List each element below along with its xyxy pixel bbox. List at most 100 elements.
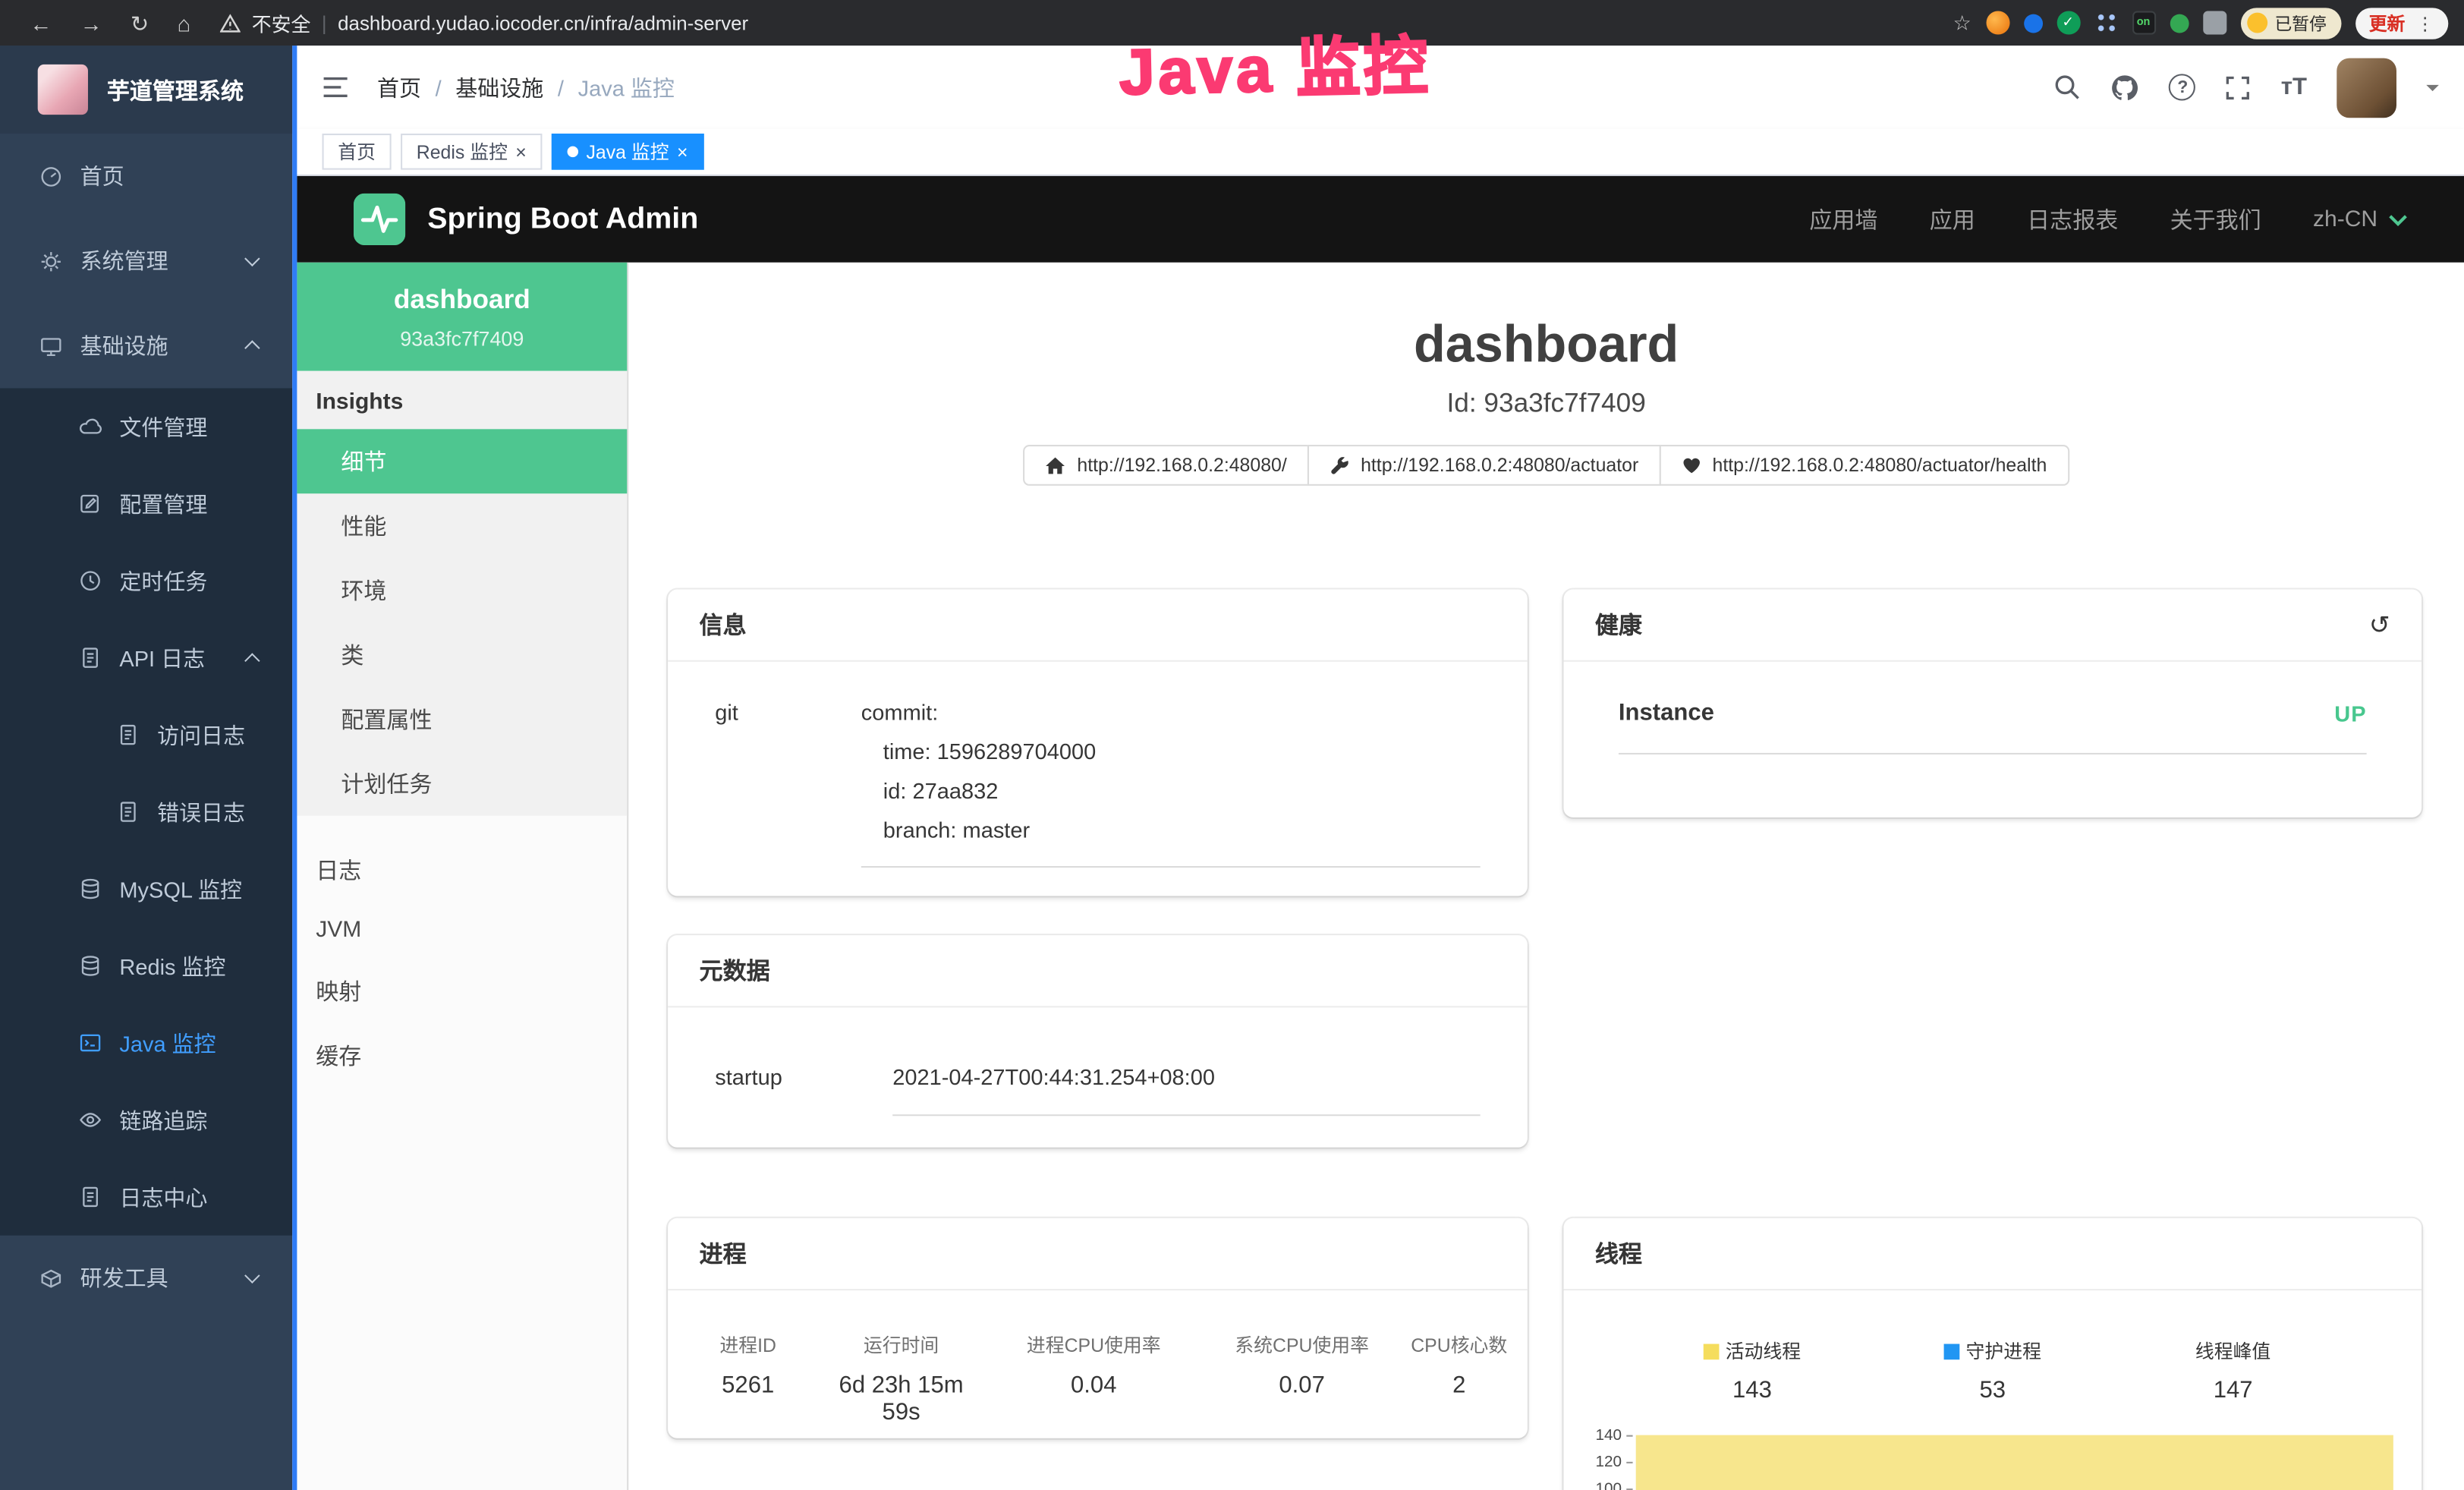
tab-home[interactable]: 首页 bbox=[323, 134, 392, 170]
instance-nav-logs[interactable]: 日志 bbox=[297, 838, 627, 903]
forward-icon[interactable]: → bbox=[80, 12, 102, 34]
instance-nav-scheduled-tasks[interactable]: 计划任务 bbox=[297, 751, 627, 816]
instance-nav-details[interactable]: 细节 bbox=[297, 429, 627, 493]
locale-select[interactable]: zh-CN bbox=[2313, 206, 2407, 232]
address-bar[interactable]: 不安全 | dashboard.yudao.iocoder.cn/infra/a… bbox=[220, 8, 748, 37]
actuator-url-link[interactable]: http://192.168.0.2:48080/actuator bbox=[1308, 445, 1661, 486]
fullscreen-icon[interactable] bbox=[2226, 74, 2251, 99]
hamburger-icon[interactable] bbox=[323, 75, 349, 99]
process-card-header: 进程 bbox=[668, 1218, 1528, 1290]
sidebar-item-label: 链路追踪 bbox=[119, 1104, 207, 1136]
browser-menu-icon[interactable]: ⋮ bbox=[2416, 12, 2434, 34]
close-icon[interactable]: × bbox=[515, 142, 527, 161]
gear-icon bbox=[39, 249, 63, 272]
card-title: 元数据 bbox=[700, 954, 770, 987]
instance-header[interactable]: dashboard 93a3fc7f7409 bbox=[297, 263, 627, 371]
check-extension-icon[interactable]: ✓ bbox=[2056, 11, 2080, 34]
health-url-link[interactable]: http://192.168.0.2:48080/actuator/health bbox=[1659, 445, 2069, 486]
sidebar-item-label: API 日志 bbox=[119, 642, 205, 673]
sidebar-item-home[interactable]: 首页 bbox=[0, 134, 292, 219]
instance-details: dashboard Id: 93a3fc7f7409 http://192.16… bbox=[628, 263, 2464, 1490]
legend-active-threads: 活动线程 143 bbox=[1658, 1337, 1846, 1403]
user-avatar[interactable] bbox=[2337, 58, 2396, 118]
sidebar-item-tracing[interactable]: 链路追踪 bbox=[0, 1082, 292, 1158]
instance-nav-config-props[interactable]: 配置属性 bbox=[297, 687, 627, 751]
document-icon bbox=[79, 1185, 102, 1208]
card-title: 线程 bbox=[1595, 1237, 1642, 1270]
grid-extension-icon[interactable] bbox=[2094, 11, 2117, 34]
info-card-header: 信息 bbox=[668, 590, 1528, 662]
page-title: dashboard bbox=[628, 314, 2464, 374]
health-row: Instance UP bbox=[1619, 700, 2367, 754]
bookmark-star-icon[interactable]: ☆ bbox=[1953, 10, 1972, 35]
browser-update-button[interactable]: 更新 ⋮ bbox=[2355, 7, 2448, 38]
threads-card: 线程 活动线程 143 守护进程 53 线程峰值 147 bbox=[1563, 1218, 2422, 1490]
browser-home-icon[interactable]: ⌂ bbox=[177, 12, 190, 34]
sidebar-item-api-logs[interactable]: API 日志 bbox=[0, 619, 292, 696]
refresh-icon[interactable]: ↻ bbox=[131, 12, 149, 34]
instance-nav-mappings[interactable]: 映射 bbox=[297, 959, 627, 1023]
sidebar-item-label: Java 监控 bbox=[119, 1027, 216, 1058]
legend-peak-threads: 线程峰值 147 bbox=[2138, 1337, 2327, 1403]
sidebar-item-system[interactable]: 系统管理 bbox=[0, 219, 292, 304]
breadcrumb-home[interactable]: 首页 bbox=[377, 71, 421, 102]
fox-extension-icon[interactable] bbox=[1985, 11, 2009, 34]
history-icon[interactable]: ↺ bbox=[2369, 609, 2390, 640]
service-url-link[interactable]: http://192.168.0.2:48080/ bbox=[1024, 445, 1309, 486]
monitor-icon bbox=[39, 334, 63, 358]
sidebar-item-cron-jobs[interactable]: 定时任务 bbox=[0, 542, 292, 619]
sidebar-item-error-logs[interactable]: 错误日志 bbox=[0, 773, 292, 850]
on-badge-icon[interactable]: on bbox=[2132, 11, 2155, 34]
active-threads-area bbox=[1636, 1435, 2393, 1490]
instance-nav-caches[interactable]: 缓存 bbox=[297, 1023, 627, 1088]
sidebar-item-mysql-monitor[interactable]: MySQL 监控 bbox=[0, 850, 292, 927]
sidebar-item-file-management[interactable]: 文件管理 bbox=[0, 388, 292, 465]
metadata-card-header: 元数据 bbox=[668, 935, 1528, 1007]
metadata-key: startup bbox=[715, 1064, 892, 1116]
tab-redis-monitor[interactable]: Redis 监控 × bbox=[401, 134, 542, 170]
font-size-icon[interactable]: тT bbox=[2281, 74, 2307, 100]
sba-brand[interactable]: Spring Boot Admin bbox=[427, 202, 698, 237]
instance-nav-classes[interactable]: 类 bbox=[297, 622, 627, 687]
chart-y-axis: 140 120 100 bbox=[1576, 1422, 1633, 1490]
drop-extension-icon[interactable] bbox=[2023, 14, 2042, 33]
link-label: http://192.168.0.2:48080/actuator bbox=[1361, 454, 1638, 476]
sidebar-item-devtools[interactable]: 研发工具 bbox=[0, 1236, 292, 1321]
instance-nav-jvm[interactable]: JVM bbox=[297, 903, 627, 959]
puzzle-extensions-icon[interactable] bbox=[2202, 11, 2226, 34]
profile-paused-pill[interactable]: 已暂停 bbox=[2240, 7, 2341, 38]
tab-label: Java 监控 bbox=[587, 138, 669, 165]
help-icon[interactable]: ? bbox=[2170, 74, 2196, 100]
github-icon[interactable] bbox=[2111, 73, 2139, 101]
sidebar-item-java-monitor[interactable]: Java 监控 bbox=[0, 1004, 292, 1081]
close-icon[interactable]: × bbox=[677, 142, 688, 161]
sidebar-item-redis-monitor[interactable]: Redis 监控 bbox=[0, 928, 292, 1004]
sidebar-item-access-logs[interactable]: 访问日志 bbox=[0, 696, 292, 773]
active-dot-icon bbox=[568, 146, 578, 157]
tab-label: Redis 监控 bbox=[417, 138, 508, 165]
instance-nav-performance[interactable]: 性能 bbox=[297, 493, 627, 558]
process-col-header: 进程ID bbox=[678, 1331, 819, 1358]
sba-nav-wallboard[interactable]: 应用墙 bbox=[1809, 203, 1877, 235]
app-sidebar: 芋道管理系统 首页 系统管理 基础设施 文件管理 bbox=[0, 46, 292, 1490]
sidebar-item-config-management[interactable]: 配置管理 bbox=[0, 465, 292, 542]
info-row: git commit: time: 1596289704000 id: 27aa… bbox=[668, 662, 1528, 868]
sidebar-item-label: 定时任务 bbox=[119, 565, 207, 596]
leaf-extension-icon[interactable] bbox=[2170, 14, 2189, 33]
back-icon[interactable]: ← bbox=[30, 12, 52, 34]
breadcrumb-infrastructure[interactable]: 基础设施 bbox=[455, 71, 543, 102]
sba-nav: 应用墙 应用 日志报表 关于我们 zh-CN bbox=[1809, 203, 2407, 235]
app-logo[interactable]: 芋道管理系统 bbox=[0, 46, 292, 134]
chevron-up-icon bbox=[244, 340, 260, 355]
search-icon[interactable] bbox=[2055, 74, 2082, 100]
sba-nav-journal[interactable]: 日志报表 bbox=[2027, 203, 2118, 235]
tab-java-monitor[interactable]: Java 监控 × bbox=[552, 134, 703, 170]
sba-nav-applications[interactable]: 应用 bbox=[1930, 203, 1975, 235]
sba-nav-about[interactable]: 关于我们 bbox=[2170, 203, 2261, 235]
sidebar-item-infrastructure[interactable]: 基础设施 bbox=[0, 304, 292, 389]
breadcrumb-separator: / bbox=[558, 74, 564, 99]
instance-nav-environment[interactable]: 环境 bbox=[297, 558, 627, 622]
sidebar-item-log-center[interactable]: 日志中心 bbox=[0, 1158, 292, 1235]
avatar-caret-icon[interactable] bbox=[2426, 84, 2439, 97]
spring-boot-admin-logo[interactable] bbox=[354, 194, 405, 245]
